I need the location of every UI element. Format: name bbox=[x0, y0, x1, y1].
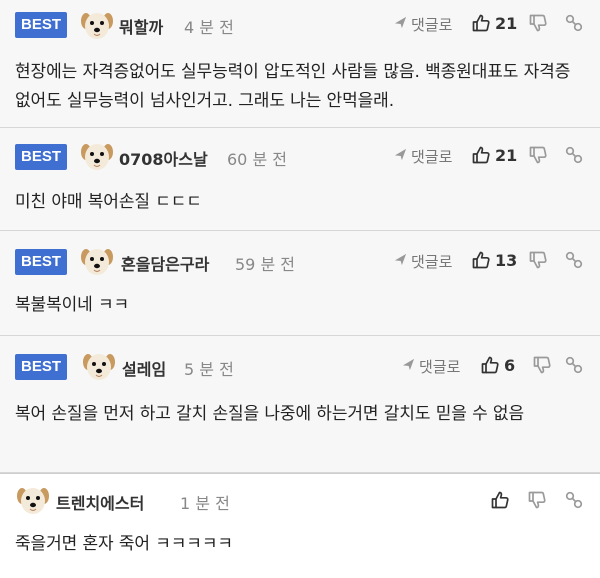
reply-label: 댓글로 bbox=[411, 16, 453, 34]
comment-time: 1 분 전 bbox=[180, 494, 230, 513]
reply-label: 댓글로 bbox=[419, 358, 461, 376]
reply-button[interactable]: 댓글로 bbox=[394, 146, 452, 167]
dislike-button[interactable] bbox=[527, 489, 547, 511]
dog-face-icon[interactable] bbox=[79, 139, 115, 173]
like-button[interactable]: 13 bbox=[471, 249, 517, 271]
share-link-button[interactable] bbox=[564, 144, 584, 166]
comment-nickname[interactable]: 트렌치에스터 bbox=[56, 490, 144, 514]
thumbs-up-icon bbox=[480, 355, 500, 375]
thumbs-down-icon bbox=[527, 490, 547, 510]
dog-face-icon[interactable] bbox=[79, 8, 115, 42]
link-icon bbox=[564, 355, 584, 375]
dislike-button[interactable] bbox=[528, 144, 548, 166]
reply-arrow-icon bbox=[402, 358, 415, 375]
reply-button[interactable]: 댓글로 bbox=[402, 356, 460, 377]
comment-text: 미친 야매 복어손질 ㄷㄷㄷ bbox=[15, 192, 202, 212]
reply-arrow-icon bbox=[394, 16, 407, 33]
comment-time: 60 분 전 bbox=[227, 150, 287, 169]
thumbs-up-icon bbox=[471, 250, 491, 270]
reply-button[interactable]: 댓글로 bbox=[394, 251, 452, 272]
link-icon bbox=[564, 13, 584, 33]
like-button[interactable] bbox=[490, 489, 510, 511]
share-link-button[interactable] bbox=[564, 12, 584, 34]
best-badge: BEST bbox=[15, 12, 67, 38]
dog-face-icon[interactable] bbox=[79, 244, 115, 278]
share-link-button[interactable] bbox=[564, 249, 584, 271]
comment-item: BEST 뭐할까 4 분 전 댓글로 21 현장에는 자격증없어도 실무능력이 … bbox=[0, 0, 600, 128]
comment-text: 복어 손질을 먼저 하고 갈치 손질을 나중에 하는거면 갈치도 믿을 수 없음 bbox=[15, 404, 525, 424]
thumbs-down-icon bbox=[528, 13, 548, 33]
comment-nickname[interactable]: 뭐할까 bbox=[119, 14, 163, 38]
like-button[interactable]: 6 bbox=[480, 354, 515, 376]
dislike-button[interactable] bbox=[532, 354, 552, 376]
comment-nickname[interactable]: 0708아스날 bbox=[119, 146, 208, 170]
dislike-button[interactable] bbox=[528, 249, 548, 271]
thumbs-down-icon bbox=[528, 250, 548, 270]
like-count: 13 bbox=[495, 250, 518, 270]
comment-item: BEST 0708아스날 60 분 전 댓글로 21 미친 야매 복어손질 ㄷㄷ… bbox=[0, 128, 600, 231]
comment-nickname[interactable]: 설레임 bbox=[122, 356, 166, 380]
link-icon bbox=[564, 250, 584, 270]
link-icon bbox=[564, 145, 584, 165]
comment-text: 현장에는 자격증없어도 실무능력이 압도적인 사람들 많음. 백종원대표도 자격… bbox=[15, 62, 571, 111]
comment-item: BEST 설레임 5 분 전 댓글로 6 복어 손질을 먼저 하고 갈치 손질을… bbox=[0, 336, 600, 473]
link-icon bbox=[564, 490, 584, 510]
comment-text: 죽을거면 혼자 죽어 ㅋㅋㅋㅋㅋ bbox=[15, 534, 233, 554]
reply-button[interactable]: 댓글로 bbox=[394, 14, 452, 35]
comment-item: BEST 혼을담은구라 59 분 전 댓글로 13 복불복이네 ㅋㅋ bbox=[0, 231, 600, 336]
share-link-button[interactable] bbox=[564, 489, 584, 511]
comment-text: 복불복이네 ㅋㅋ bbox=[15, 295, 130, 315]
thumbs-up-icon bbox=[471, 145, 491, 165]
reply-label: 댓글로 bbox=[411, 253, 453, 271]
like-button[interactable]: 21 bbox=[471, 144, 517, 166]
best-badge: BEST bbox=[15, 354, 67, 380]
reply-label: 댓글로 bbox=[411, 148, 453, 166]
best-badge: BEST bbox=[15, 144, 67, 170]
thumbs-down-icon bbox=[532, 355, 552, 375]
comment-nickname[interactable]: 혼을담은구라 bbox=[121, 251, 209, 275]
thumbs-up-icon bbox=[490, 490, 510, 510]
dog-face-icon[interactable] bbox=[15, 483, 51, 517]
like-button[interactable]: 21 bbox=[471, 12, 517, 34]
like-count: 21 bbox=[495, 145, 518, 165]
comment-time: 4 분 전 bbox=[184, 18, 234, 37]
dog-face-icon[interactable] bbox=[81, 349, 117, 383]
best-badge: BEST bbox=[15, 249, 67, 275]
reply-arrow-icon bbox=[394, 253, 407, 270]
thumbs-up-icon bbox=[471, 13, 491, 33]
comment-time: 59 분 전 bbox=[235, 255, 295, 274]
reply-arrow-icon bbox=[394, 148, 407, 165]
comment-item: 트렌치에스터 1 분 전 죽을거면 혼자 죽어 ㅋㅋㅋㅋㅋ bbox=[0, 473, 600, 578]
like-count: 6 bbox=[504, 355, 516, 375]
comment-time: 5 분 전 bbox=[184, 360, 234, 379]
dislike-button[interactable] bbox=[528, 12, 548, 34]
share-link-button[interactable] bbox=[564, 354, 584, 376]
thumbs-down-icon bbox=[528, 145, 548, 165]
like-count: 21 bbox=[495, 13, 518, 33]
